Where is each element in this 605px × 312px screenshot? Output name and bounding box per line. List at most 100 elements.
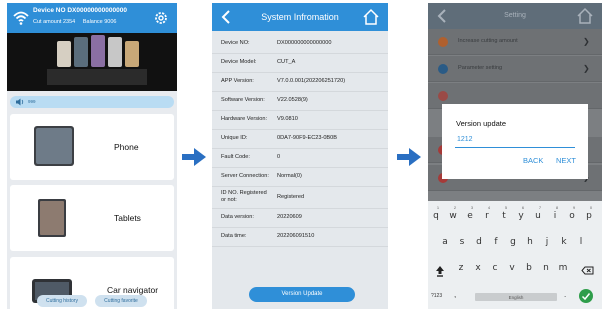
info-value: V9.0810 (277, 116, 298, 122)
coin-icon (438, 37, 448, 47)
home-icon[interactable] (362, 8, 380, 26)
space-bar[interactable]: English (475, 293, 557, 301)
cut-amount: Cut amount 2354 (33, 19, 76, 25)
phone-image (34, 126, 74, 166)
card-label: Car navigator (107, 285, 159, 295)
key-e[interactable]: e (462, 211, 478, 221)
key-h[interactable]: h (522, 237, 538, 247)
key-w[interactable]: w (445, 211, 461, 221)
info-value: V22.0528(9) (277, 97, 308, 103)
info-value: Normal(0) (277, 173, 302, 179)
comma-key[interactable]: , (454, 290, 456, 299)
banner-phone-image (108, 37, 122, 67)
key-l[interactable]: l (573, 237, 589, 247)
key-a[interactable]: a (437, 237, 453, 247)
device-number: Device NO DX00000000000000 (33, 7, 127, 14)
key-hint: 3 (470, 205, 474, 210)
info-label: Software Version: (221, 97, 265, 103)
info-value: 0DA7-90F9-EC23-0B0B (277, 135, 338, 141)
info-value: Registered (277, 194, 305, 200)
category-card-tablets[interactable]: Tablets (10, 185, 174, 251)
info-label: Hardware Version: (221, 116, 268, 122)
menu-icon (438, 91, 448, 101)
key-hint: 9 (572, 205, 576, 210)
backspace-icon[interactable] (581, 266, 594, 275)
info-row: Software Version: V22.0528(9) (212, 92, 388, 111)
key-n[interactable]: n (538, 263, 554, 273)
info-value: 202206091510 (277, 233, 315, 239)
key-z[interactable]: z (453, 263, 469, 273)
version-update-button[interactable]: Version Update (249, 287, 355, 302)
info-value: 20220609 (277, 214, 302, 220)
key-q[interactable]: q (428, 211, 444, 221)
key-hint: 5 (504, 205, 508, 210)
home-icon[interactable] (576, 7, 594, 25)
home-header: Device NO DX00000000000000 Cut amount 23… (7, 3, 177, 33)
banner-phone-image (91, 35, 105, 67)
key-d[interactable]: d (471, 237, 487, 247)
info-label: Device NO: (221, 40, 250, 46)
key-r[interactable]: r (479, 211, 495, 221)
enter-key[interactable] (579, 289, 593, 303)
key-i[interactable]: i (547, 211, 563, 221)
key-s[interactable]: s (454, 237, 470, 247)
version-input[interactable]: 1212 (455, 134, 575, 148)
account-stats: Cut amount 2354 Balance 9006 (33, 19, 116, 25)
key-v[interactable]: v (504, 263, 520, 273)
info-row: Unique ID: 0DA7-90F9-EC23-0B0B (212, 130, 388, 149)
back-button[interactable]: BACK (523, 156, 543, 165)
settings-header: Setting (428, 3, 602, 29)
gear-icon[interactable] (153, 10, 169, 26)
info-row: Device Model: CUT_A (212, 54, 388, 73)
info-label: Unique ID: (221, 135, 248, 141)
dialog-title: Version update (456, 119, 507, 128)
product-banner (7, 33, 177, 91)
key-m[interactable]: m (555, 263, 571, 273)
chevron-right-icon: ❯ (583, 64, 590, 73)
menu-item-parameter-setting[interactable]: Parameter setting ❯ (428, 56, 602, 82)
key-hint: 0 (589, 205, 593, 210)
info-label: Data version: (221, 214, 254, 220)
key-y[interactable]: y (513, 211, 529, 221)
key-p[interactable]: p (581, 211, 597, 221)
chevron-right-icon: ❯ (583, 37, 590, 46)
next-button[interactable]: NEXT (556, 156, 576, 165)
category-card-phone[interactable]: Phone (10, 114, 174, 180)
key-hint: 6 (521, 205, 525, 210)
key-hint: 4 (487, 205, 491, 210)
volume-bar[interactable]: 999 (10, 96, 174, 108)
info-row: Device NO: DX000000000000000 (212, 35, 388, 54)
key-o[interactable]: o (564, 211, 580, 221)
key-g[interactable]: g (505, 237, 521, 247)
info-row: Data version: 20220609 (212, 209, 388, 228)
key-k[interactable]: k (556, 237, 572, 247)
on-screen-keyboard: 1 2 3 4 5 6 7 8 9 0 q w e r t y u i o p … (428, 201, 602, 309)
tab-cutting-history[interactable]: Cutting history (37, 295, 87, 307)
tab-cutting-favorite[interactable]: Cutting favorite (95, 295, 147, 307)
volume-value: 999 (28, 99, 36, 104)
version-update-dialog: Version update 1212 BACK NEXT (442, 104, 588, 179)
period-key[interactable]: . (564, 290, 566, 299)
key-hint: 2 (453, 205, 457, 210)
key-x[interactable]: x (470, 263, 486, 273)
key-j[interactable]: j (539, 237, 555, 247)
key-b[interactable]: b (521, 263, 537, 273)
menu-item-label: Parameter setting (458, 65, 503, 71)
key-c[interactable]: c (487, 263, 503, 273)
tablet-image (38, 199, 66, 237)
info-row: Data time: 202206091510 (212, 228, 388, 247)
key-f[interactable]: f (488, 237, 504, 247)
menu-item-increase-cutting-amount[interactable]: Increase cutting amount ❯ (428, 29, 602, 55)
arrow-right-icon (397, 148, 421, 166)
wifi-icon (13, 11, 29, 25)
key-u[interactable]: u (530, 211, 546, 221)
info-row: APP Version: V7.0.0.001(202206251720) (212, 73, 388, 92)
symbols-key[interactable]: ?123 (431, 293, 442, 299)
info-value: DX000000000000000 (277, 40, 332, 46)
info-label: ID NO. Registered or not: (221, 190, 267, 203)
menu-item-label: Increase cutting amount (458, 38, 518, 44)
key-t[interactable]: t (496, 211, 512, 221)
shift-icon[interactable] (435, 265, 445, 277)
banner-phone-image (125, 41, 139, 67)
info-value: V7.0.0.001(202206251720) (277, 78, 346, 84)
